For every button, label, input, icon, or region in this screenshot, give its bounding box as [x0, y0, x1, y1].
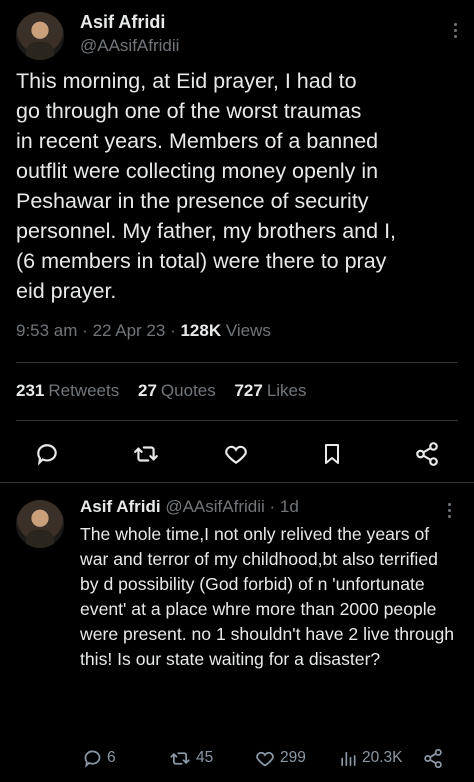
retweet-icon	[170, 751, 190, 765]
reply-replies[interactable]: 6	[82, 745, 116, 771]
reply-icon	[84, 750, 101, 768]
bookmark-icon[interactable]	[320, 441, 344, 467]
divider	[0, 482, 474, 483]
reply-header: Asif Afridi @AAsifAfridii · 1d	[80, 497, 299, 516]
retweets-stat[interactable]: 231 Retweets	[16, 381, 119, 400]
tweet-time[interactable]: 9:53 am	[16, 321, 77, 340]
share-icon	[424, 748, 442, 768]
views-label: Views	[225, 321, 271, 340]
reply-share[interactable]	[422, 745, 448, 771]
engagement-stats: 231 Retweets 27 Quotes 727 Likes	[16, 381, 321, 401]
like-icon[interactable]	[222, 441, 250, 467]
views-icon	[341, 751, 356, 766]
reply-retweets[interactable]: 45	[168, 745, 213, 771]
more-options-icon[interactable]	[446, 20, 464, 41]
reply-avatar[interactable]	[16, 500, 64, 548]
likes-stat[interactable]: 727 Likes	[234, 381, 306, 400]
like-icon	[256, 751, 274, 767]
tweet-meta: 9:53 am · 22 Apr 23 · 128K Views	[16, 321, 271, 340]
tweet-date[interactable]: 22 Apr 23	[93, 321, 166, 340]
author-name[interactable]: Asif Afridi	[80, 12, 165, 33]
divider	[16, 362, 458, 363]
reply-author-name[interactable]: Asif Afridi	[80, 497, 161, 516]
reply-more-options-icon[interactable]	[440, 500, 458, 521]
reply-views[interactable]: 20.3K	[338, 745, 403, 771]
quotes-stat[interactable]: 27 Quotes	[138, 381, 216, 400]
reply-author-handle[interactable]: @AAsifAfridii	[165, 497, 264, 516]
author-handle[interactable]: @AAsifAfridii	[80, 36, 179, 56]
retweet-icon[interactable]	[132, 441, 160, 467]
reply-icon[interactable]	[34, 441, 60, 467]
reply-age[interactable]: 1d	[280, 497, 299, 516]
divider	[16, 420, 458, 421]
views-count: 128K	[180, 321, 222, 340]
avatar[interactable]	[16, 12, 64, 60]
tweet-text: This morning, at Eid prayer, I had to go…	[16, 69, 397, 303]
reply-likes[interactable]: 299	[254, 745, 306, 771]
share-icon[interactable]	[414, 441, 440, 467]
reply-text: The whole time,I not only relived the ye…	[80, 524, 455, 669]
